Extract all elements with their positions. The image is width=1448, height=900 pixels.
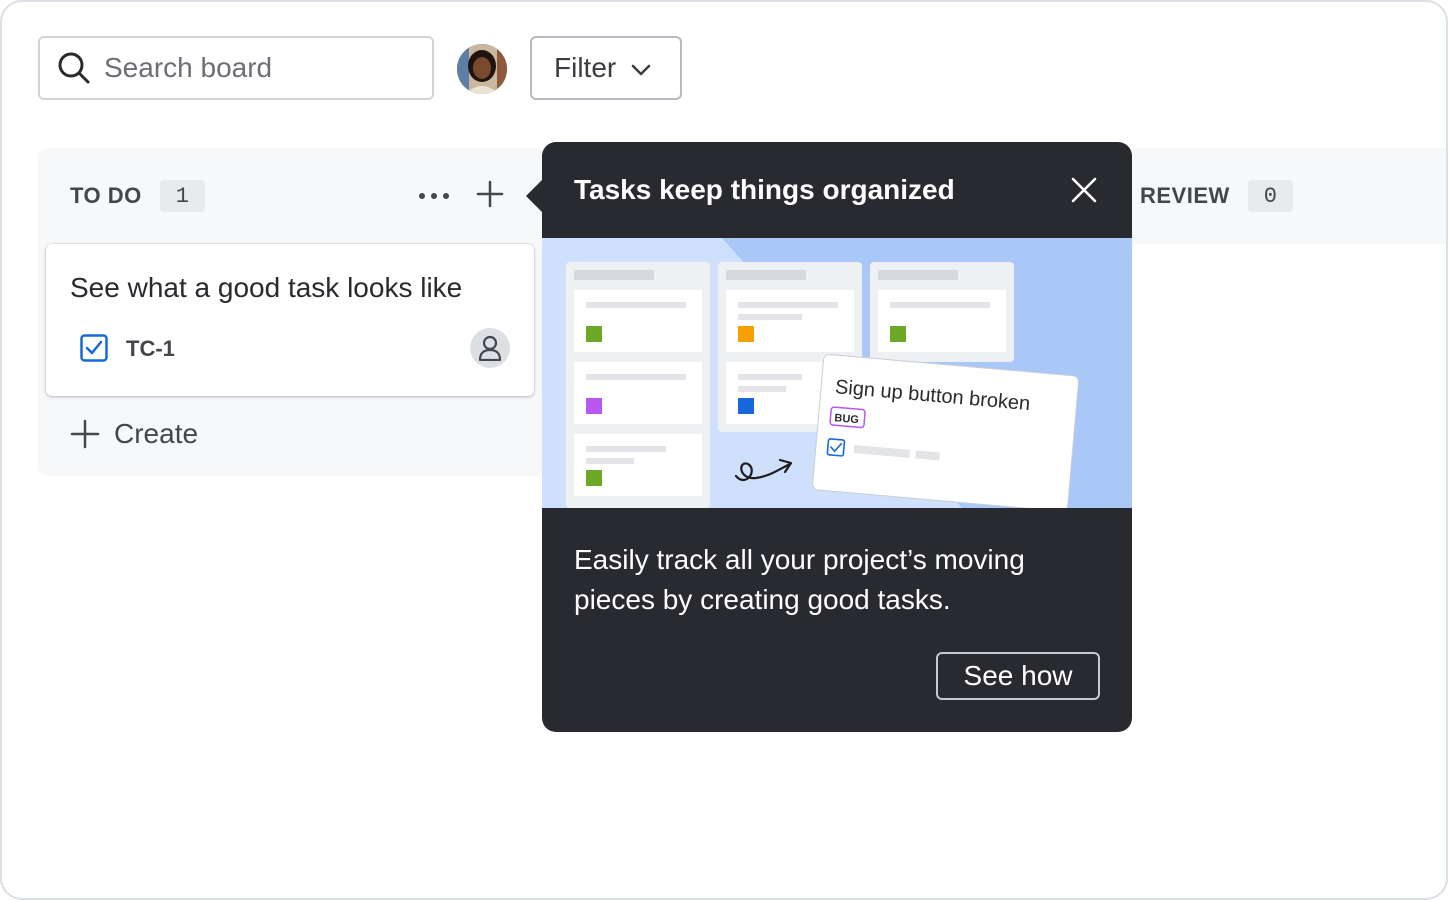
spotlight-title: Tasks keep things organized xyxy=(574,174,955,205)
person-icon xyxy=(478,335,502,361)
onboarding-spotlight: Tasks keep things organized Sign up butt… xyxy=(526,142,1132,732)
filter-button[interactable]: Filter xyxy=(530,36,682,100)
search-icon xyxy=(56,50,92,86)
add-task-button[interactable] xyxy=(474,178,506,210)
column-review: REVIEW 0 xyxy=(1112,148,1446,244)
filter-label: Filter xyxy=(554,52,617,83)
create-label: Create xyxy=(114,418,199,449)
plus-icon xyxy=(70,419,100,449)
column-title: TO DO xyxy=(70,183,142,208)
column-todo: TO DO 1 See what a good task looks like xyxy=(38,148,546,476)
create-task-button[interactable]: Create xyxy=(70,418,198,450)
column-count-badge: 0 xyxy=(1247,180,1293,212)
search-field[interactable] xyxy=(38,36,434,100)
column-count-badge: 1 xyxy=(159,180,205,212)
more-actions-button[interactable] xyxy=(416,186,452,206)
column-header: REVIEW 0 xyxy=(1140,180,1293,212)
task-card-title: See what a good task looks like xyxy=(70,272,463,303)
task-type-icon xyxy=(80,334,108,362)
task-key[interactable]: TC-1 xyxy=(126,336,175,362)
close-icon xyxy=(1071,177,1097,203)
user-avatar[interactable] xyxy=(457,44,507,94)
spotlight-pointer xyxy=(526,180,542,212)
chevron-down-icon xyxy=(630,52,652,84)
more-icon xyxy=(419,193,449,199)
see-how-button[interactable]: See how xyxy=(936,652,1100,700)
task-card[interactable]: See what a good task looks like TC-1 xyxy=(46,244,534,396)
plus-icon xyxy=(476,180,504,208)
assignee-avatar[interactable] xyxy=(470,328,510,368)
search-input[interactable] xyxy=(104,52,404,84)
column-title: REVIEW xyxy=(1140,183,1230,208)
spotlight-description: Easily track all your project’s moving p… xyxy=(574,544,1025,615)
spotlight-illustration: Sign up button broken BUG xyxy=(542,238,1132,508)
illustration-card-badge: BUG xyxy=(834,412,859,426)
board-frame: Filter TO DO 1 See what a good xyxy=(0,0,1448,900)
column-header: TO DO 1 xyxy=(70,180,205,212)
close-button[interactable] xyxy=(1070,176,1098,204)
